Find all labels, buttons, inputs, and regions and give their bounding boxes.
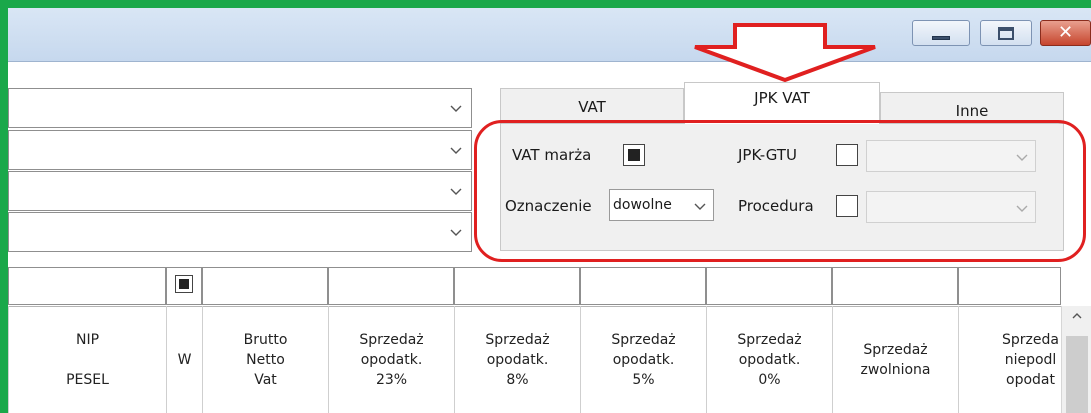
maximize-button[interactable] bbox=[980, 20, 1032, 46]
filter-nip[interactable] bbox=[8, 267, 166, 305]
filter-w-checkbox[interactable] bbox=[175, 275, 193, 293]
chevron-down-icon bbox=[450, 229, 462, 236]
column-header-brutto[interactable]: Brutto Netto Vat bbox=[202, 306, 328, 413]
chevron-down-icon bbox=[450, 188, 462, 195]
column-header-w[interactable]: W bbox=[166, 306, 202, 413]
column-header-sprzedaz-5[interactable]: Sprzedaż opodatk. 5% bbox=[580, 306, 706, 413]
annotation-highlight bbox=[474, 120, 1086, 262]
tab-vat[interactable]: VAT bbox=[500, 88, 684, 124]
chevron-down-icon bbox=[450, 147, 462, 154]
column-header-niepodlegajaca[interactable]: Sprzeda niepodl opodat bbox=[958, 306, 1061, 413]
close-button[interactable]: ✕ bbox=[1040, 20, 1091, 46]
maximize-icon bbox=[998, 27, 1014, 40]
filter-0[interactable] bbox=[706, 267, 832, 305]
filter-combo-4[interactable] bbox=[8, 212, 472, 252]
minimize-icon bbox=[932, 36, 950, 40]
column-header-nip[interactable]: NIP PESEL bbox=[8, 306, 166, 413]
filter-5[interactable] bbox=[580, 267, 706, 305]
minimize-button[interactable] bbox=[912, 20, 970, 46]
filter-brutto[interactable] bbox=[202, 267, 328, 305]
filter-combo-3[interactable] bbox=[8, 171, 472, 211]
chevron-down-icon bbox=[450, 105, 462, 112]
filter-23[interactable] bbox=[328, 267, 454, 305]
column-header-zwolniona[interactable]: Sprzedaż zwolniona bbox=[832, 306, 958, 413]
tab-jpk-vat[interactable]: JPK VAT bbox=[684, 82, 880, 124]
filter-zwolniona[interactable] bbox=[832, 267, 958, 305]
filter-combo-2[interactable] bbox=[8, 130, 472, 170]
column-header-sprzedaz-0[interactable]: Sprzedaż opodatk. 0% bbox=[706, 306, 832, 413]
close-icon: ✕ bbox=[1058, 22, 1074, 43]
column-header-sprzedaz-23[interactable]: Sprzedaż opodatk. 23% bbox=[328, 306, 454, 413]
filter-combo-1[interactable] bbox=[8, 88, 472, 128]
annotation-arrow-icon bbox=[694, 23, 876, 83]
chevron-up-icon[interactable] bbox=[1071, 310, 1083, 322]
scrollbar-thumb[interactable] bbox=[1066, 336, 1088, 413]
filter-8[interactable] bbox=[454, 267, 580, 305]
vertical-scrollbar[interactable] bbox=[1061, 306, 1091, 413]
filter-niepodl[interactable] bbox=[958, 267, 1061, 305]
column-header-sprzedaz-8[interactable]: Sprzedaż opodatk. 8% bbox=[454, 306, 580, 413]
